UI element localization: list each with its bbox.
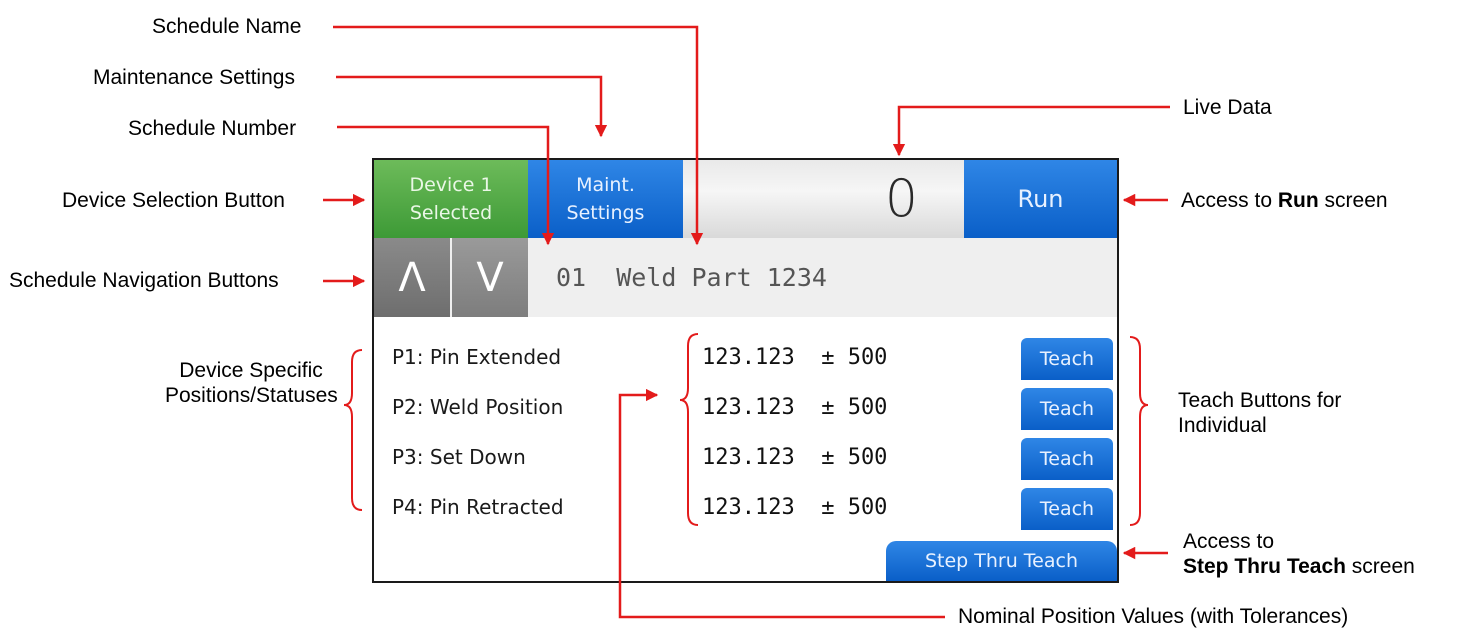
brace-teach-buttons [1129, 336, 1149, 526]
brace-nominal-values [679, 333, 699, 526]
arrow-nominal-values [618, 388, 945, 619]
brace-device-specific [343, 349, 363, 511]
arrow-schedule-name [333, 25, 704, 246]
callout-arrows [323, 25, 1170, 619]
arrow-schedule-number [337, 125, 555, 246]
arrow-live-data [892, 105, 1170, 157]
